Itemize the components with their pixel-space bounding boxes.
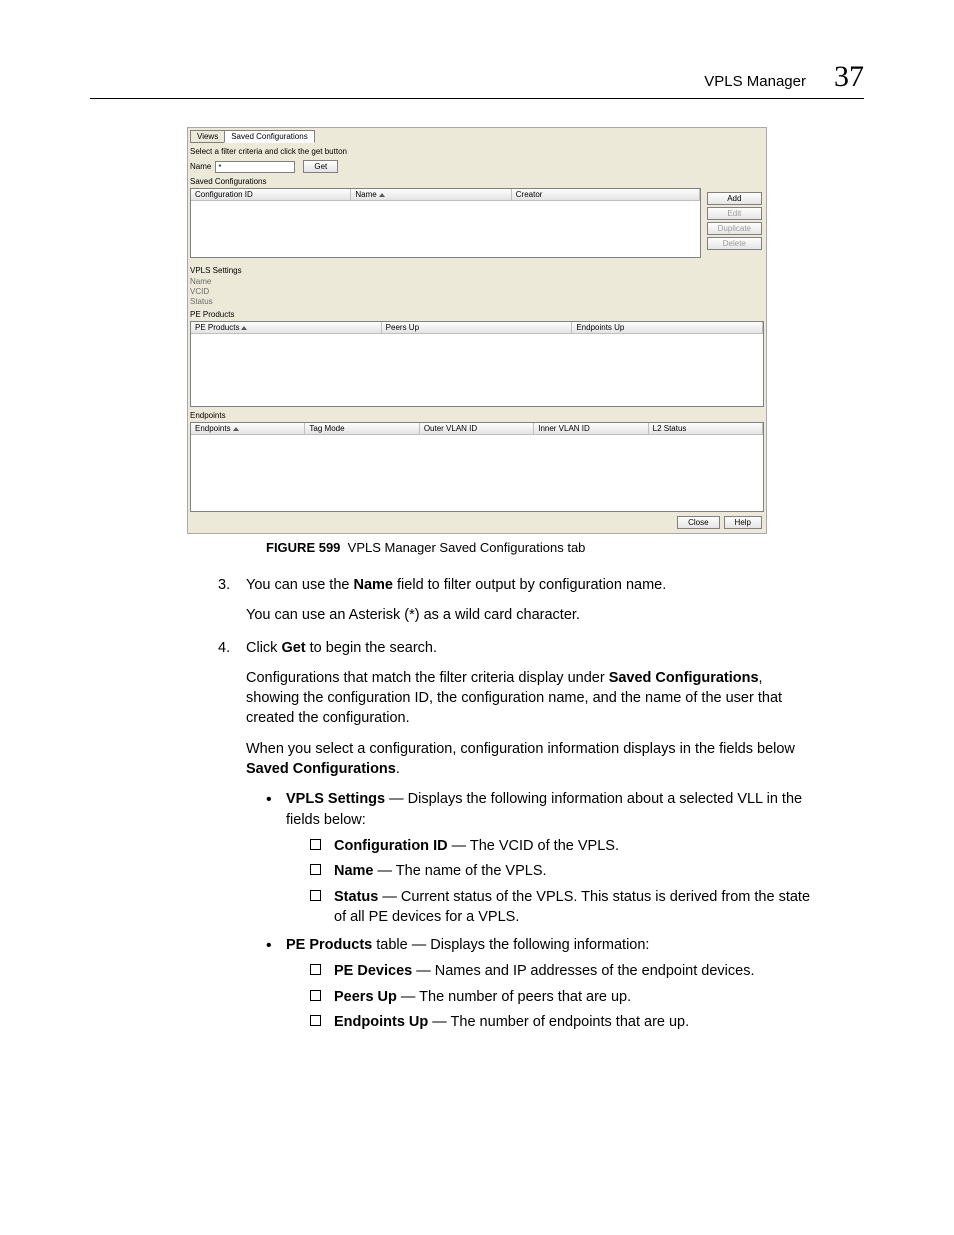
col-peers-up[interactable]: Peers Up <box>382 322 573 333</box>
box-status: Status — Current status of the VPLS. Thi… <box>310 887 814 928</box>
pe-products-table[interactable]: PE Products Peers Up Endpoints Up <box>190 321 764 407</box>
help-button[interactable]: Help <box>724 516 762 529</box>
step-3-sub: You can use an Asterisk (*) as a wild ca… <box>246 605 814 625</box>
tab-views[interactable]: Views <box>190 130 225 143</box>
running-header: VPLS Manager 37 <box>90 60 864 99</box>
col-tag-mode[interactable]: Tag Mode <box>305 423 419 434</box>
box-endpoints-up: Endpoints Up — The number of endpoints t… <box>310 1012 814 1032</box>
figure-text: VPLS Manager Saved Configurations tab <box>348 540 586 555</box>
sort-asc-icon <box>379 193 385 197</box>
col-creator[interactable]: Creator <box>512 189 700 200</box>
screenshot-figure: Views Saved Configurations Select a filt… <box>187 127 767 534</box>
sort-asc-icon <box>241 326 247 330</box>
header-title: VPLS Manager <box>704 73 806 90</box>
col-endpoints-up[interactable]: Endpoints Up <box>572 322 763 333</box>
col-l2-status[interactable]: L2 Status <box>649 423 763 434</box>
step-number-4: 4. <box>218 638 246 1041</box>
col-name[interactable]: Name <box>351 189 511 200</box>
sort-asc-icon <box>233 427 239 431</box>
pe-products-title: PE Products <box>190 310 764 319</box>
name-input[interactable]: * <box>215 161 295 173</box>
col-pe-products[interactable]: PE Products <box>191 322 382 333</box>
name-label: Name <box>190 162 211 171</box>
chapter-number: 37 <box>834 60 864 94</box>
endpoints-table[interactable]: Endpoints Tag Mode Outer VLAN ID Inner V… <box>190 422 764 512</box>
endpoints-title: Endpoints <box>190 411 764 420</box>
get-button[interactable]: Get <box>303 160 338 173</box>
label-status: Status <box>190 297 228 306</box>
label-vcid: VCID <box>190 287 228 296</box>
figure-caption: FIGURE 599 VPLS Manager Saved Configurat… <box>266 540 864 555</box>
edit-button[interactable]: Edit <box>707 207 762 220</box>
col-outer-vlan[interactable]: Outer VLAN ID <box>420 423 534 434</box>
col-endpoints[interactable]: Endpoints <box>191 423 305 434</box>
bullet-vpls-settings: VPLS Settings — Displays the following i… <box>266 789 814 927</box>
box-configuration-id: Configuration ID — The VCID of the VPLS. <box>310 836 814 856</box>
col-inner-vlan[interactable]: Inner VLAN ID <box>534 423 648 434</box>
filter-instruction: Select a filter criteria and click the g… <box>190 147 764 156</box>
box-name: Name — The name of the VPLS. <box>310 861 814 881</box>
step-number-3: 3. <box>218 575 246 626</box>
label-name: Name <box>190 277 228 286</box>
vpls-settings-title: VPLS Settings <box>190 266 764 275</box>
box-peers-up: Peers Up — The number of peers that are … <box>310 987 814 1007</box>
add-button[interactable]: Add <box>707 192 762 205</box>
delete-button[interactable]: Delete <box>707 237 762 250</box>
bullet-pe-products: PE Products table — Displays the followi… <box>266 935 814 1032</box>
close-button[interactable]: Close <box>677 516 719 529</box>
step-4-p2: When you select a configuration, configu… <box>246 739 814 780</box>
figure-label: FIGURE 599 <box>266 540 340 555</box>
col-configuration-id[interactable]: Configuration ID <box>191 189 351 200</box>
step-3-text: You can use the Name field to filter out… <box>246 575 814 595</box>
step-4-p1: Configurations that match the filter cri… <box>246 668 814 729</box>
tab-saved-configurations[interactable]: Saved Configurations <box>224 130 315 143</box>
step-4-text: Click Get to begin the search. <box>246 638 814 658</box>
box-pe-devices: PE Devices — Names and IP addresses of t… <box>310 961 814 981</box>
saved-configs-table[interactable]: Configuration ID Name Creator <box>190 188 701 258</box>
duplicate-button[interactable]: Duplicate <box>707 222 762 235</box>
saved-configs-title: Saved Configurations <box>190 177 764 186</box>
